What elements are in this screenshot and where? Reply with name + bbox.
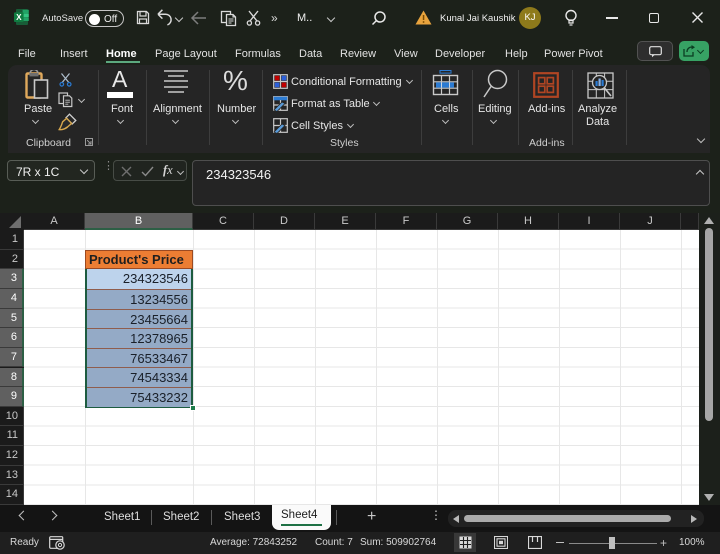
- svg-text:X: X: [16, 13, 22, 22]
